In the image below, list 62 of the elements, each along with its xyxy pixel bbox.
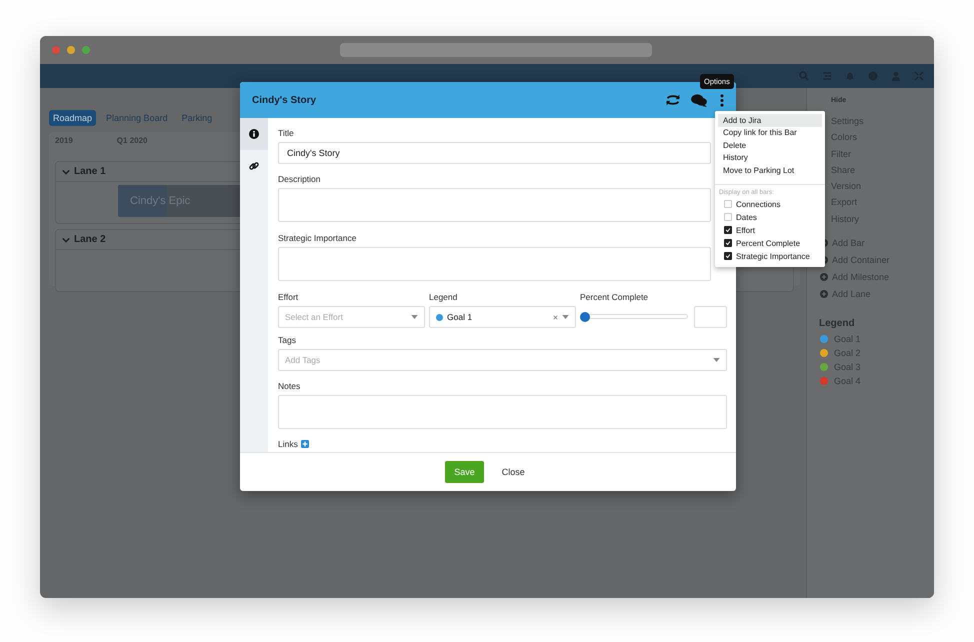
field-label: Notes [278,381,302,391]
description-field[interactable] [278,188,711,222]
close-button[interactable]: Close [496,466,531,478]
caret-icon [411,315,418,319]
fullscreen-icon[interactable] [914,71,924,81]
chevron-icon[interactable] [62,168,70,176]
options-icon[interactable] [720,94,724,106]
field-label: Tags [278,335,297,345]
lane-title[interactable]: Lane 1 [74,166,106,177]
field-label: Strategic Importance [278,233,358,243]
close-icon[interactable] [52,46,60,54]
menu-item[interactable]: History [718,152,822,164]
bell-icon[interactable] [845,71,855,81]
caret-icon [562,315,569,319]
comments-icon[interactable] [690,93,708,107]
menu-item[interactable]: Move to Parking Lot [718,164,822,176]
chevron-icon[interactable] [62,236,70,244]
view-tab[interactable]: Planning Board [102,110,172,126]
percent-field[interactable] [694,306,727,328]
view-tab[interactable]: Roadmap [49,110,96,126]
user-icon[interactable] [891,71,901,81]
field-label: Links [278,439,298,449]
dialog-title: Cindy's Story [252,94,318,106]
checkbox[interactable] [724,239,732,247]
option-label[interactable]: Connections [736,200,780,208]
slider-thumb[interactable] [580,312,590,322]
view-tab[interactable]: Parking [178,110,216,126]
field-label: Description [278,174,322,184]
field-label: Legend [429,292,458,302]
option-label[interactable]: Dates [736,212,757,222]
field-label: Percent Complete [580,292,650,302]
tags-select[interactable]: Add Tags [278,349,727,371]
legend-select[interactable]: Goal 1 [429,306,576,328]
legend-title: Legend [819,318,856,330]
option-label[interactable]: Percent Complete [736,238,800,248]
link-icon [249,161,259,171]
menu-item[interactable]: Delete [718,139,822,152]
plus-icon [820,290,828,298]
search-icon[interactable] [799,71,809,81]
effort-select[interactable]: Select an Effort [278,306,425,328]
add-link-icon[interactable] [300,440,309,448]
sync-icon[interactable] [664,93,682,107]
strategic-importance-field[interactable] [278,247,711,281]
notes-field[interactable] [278,395,727,429]
option-label[interactable]: Effort [736,226,755,234]
plus-icon [820,272,828,281]
title-field[interactable]: Cindy's Story [278,142,711,164]
checkbox[interactable] [724,252,732,260]
menu-item[interactable]: Add to Jira [718,114,822,126]
minimize-icon[interactable] [67,46,75,54]
menu-item[interactable]: Copy link for this Bar [718,126,822,139]
lines-icon[interactable] [822,71,832,81]
lane-title[interactable]: Lane 2 [74,234,106,245]
option-label[interactable]: Strategic Importance [736,252,810,260]
caret-icon [713,358,720,362]
maximize-icon[interactable] [82,46,90,54]
field-label: Effort [278,292,300,302]
info-icon [249,129,259,139]
checkbox[interactable] [724,226,732,234]
dialog-tab[interactable] [240,118,268,150]
clear-icon[interactable] [553,314,558,320]
save-button[interactable]: Save [445,461,484,483]
